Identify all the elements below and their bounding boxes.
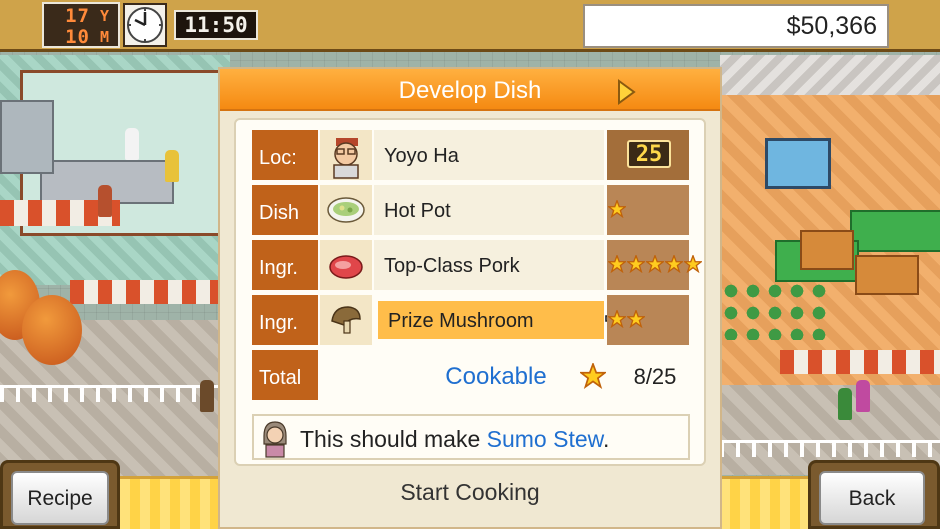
month-value: 10 xyxy=(65,26,90,48)
dialog-title: Develop Dish xyxy=(398,77,542,104)
ingredient-row-1[interactable]: Ingr. Top-Class Pork xyxy=(252,240,702,290)
result-message: This should make Sumo Stew. xyxy=(300,416,609,458)
star-icon xyxy=(684,255,702,273)
star-icon xyxy=(627,310,645,328)
row-label: Ingr. xyxy=(252,240,318,290)
dining-table xyxy=(855,255,919,295)
selected-ingredient-name[interactable]: Prize Mushroom xyxy=(378,301,604,339)
chef-name: Yoyo Ha xyxy=(374,130,604,180)
result-message-box: This should make Sumo Stew. xyxy=(252,414,690,460)
result-dish-name: Sumo Stew xyxy=(486,426,603,452)
ingredient-rating xyxy=(607,295,689,345)
develop-dish-dialog: Develop Dish Loc: Yoyo Ha 25 Dish Hot Po… xyxy=(218,67,722,529)
message-prefix: This should make xyxy=(300,426,487,452)
total-row: Total Cookable 8/25 xyxy=(252,350,692,400)
fence-left xyxy=(0,385,230,402)
location-row[interactable]: Loc: Yoyo Ha 25 xyxy=(252,130,692,180)
month-unit: M xyxy=(100,28,110,46)
dining-table xyxy=(800,230,854,270)
clock-icon xyxy=(123,3,167,47)
awning-left-lower xyxy=(70,280,220,304)
advisor-avatar-icon xyxy=(263,421,287,458)
mushroom-icon xyxy=(320,295,372,345)
dish-rating xyxy=(607,185,689,235)
staff-portrait-icon xyxy=(320,130,372,180)
row-label: Ingr. xyxy=(252,295,318,345)
star-icon xyxy=(627,255,645,273)
row-label: Dish xyxy=(252,185,318,235)
pedestrian-character xyxy=(200,380,214,412)
ingredient-row-2[interactable]: Ingr. Prize Mushroom xyxy=(252,295,692,345)
star-icon xyxy=(608,255,626,273)
star-icon xyxy=(580,363,606,389)
hot-pot-icon xyxy=(320,185,372,235)
dialog-header: Develop Dish xyxy=(220,69,720,111)
customer-character xyxy=(856,380,870,412)
dish-row[interactable]: Dish Hot Pot xyxy=(252,185,692,235)
kitchen-shelf xyxy=(0,100,54,174)
green-bench xyxy=(850,210,940,252)
chef-character xyxy=(125,128,139,160)
year-value: 17 xyxy=(65,5,90,27)
recipe-button-frame: Recipe xyxy=(0,460,120,529)
total-score: 8/25 xyxy=(633,364,677,389)
start-cooking-button[interactable]: Start Cooking xyxy=(220,467,720,529)
ingredient-name: Top-Class Pork xyxy=(374,240,604,290)
recipe-button[interactable]: Recipe xyxy=(11,471,109,525)
aquarium xyxy=(765,138,831,189)
money-display: $50,366 xyxy=(583,4,889,48)
pork-icon xyxy=(320,240,372,290)
date-display: 17 Y 10 M xyxy=(42,2,120,48)
ingredient-rating xyxy=(607,240,702,290)
cookable-status: Cookable xyxy=(445,363,547,390)
chef-level-cell: 25 xyxy=(607,130,689,180)
message-suffix: . xyxy=(602,426,610,452)
star-icon xyxy=(608,310,626,328)
star-icon xyxy=(665,255,683,273)
star-icon xyxy=(608,200,626,218)
status-bar: 17 Y 10 M 11:50 $50,366 xyxy=(0,0,940,52)
cook-character xyxy=(98,185,112,217)
row-label: Loc: xyxy=(252,130,318,180)
total-summary: Cookable 8/25 xyxy=(320,350,690,400)
fence-right xyxy=(720,440,940,457)
awning-right xyxy=(780,350,940,374)
time-display: 11:50 xyxy=(174,10,258,40)
chef-character xyxy=(165,150,179,182)
autumn-tree xyxy=(22,295,82,365)
total-label: Total xyxy=(252,350,318,400)
dish-details-panel: Loc: Yoyo Ha 25 Dish Hot Pot Ingr. Top-C… xyxy=(234,118,706,466)
potted-plants xyxy=(720,280,830,340)
back-button[interactable]: Back xyxy=(819,471,925,525)
year-unit: Y xyxy=(100,7,110,25)
next-arrow-icon[interactable] xyxy=(616,79,636,105)
customer-character xyxy=(838,388,852,420)
chef-level-badge: 25 xyxy=(627,140,671,168)
dish-name: Hot Pot xyxy=(374,185,604,235)
right-roof xyxy=(720,55,940,95)
back-button-frame: Back xyxy=(808,460,940,529)
star-icon xyxy=(646,255,664,273)
